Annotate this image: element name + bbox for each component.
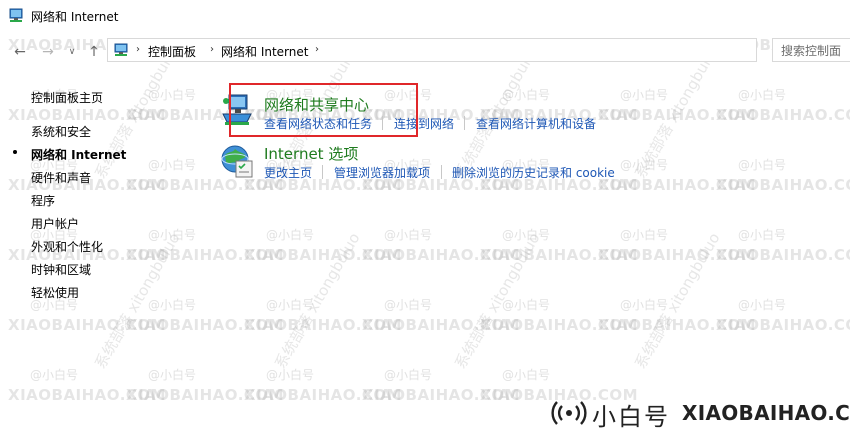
watermark-brand-cn: @小白号 xyxy=(620,228,669,242)
title-bar: 网络和 Internet xyxy=(0,0,850,32)
sidebar-item-hardware-sound[interactable]: 硬件和声音 xyxy=(31,169,91,186)
watermark-brand-cn: @小白号 xyxy=(502,368,551,382)
watermark-brand-cn: @小白号 xyxy=(620,88,669,102)
link-separator xyxy=(322,165,323,179)
sidebar-item-appearance[interactable]: 外观和个性化 xyxy=(31,238,103,255)
view-network-status-link[interactable]: 查看网络状态和任务 xyxy=(264,115,372,132)
connect-to-network-link[interactable]: 连接到网络 xyxy=(394,115,454,132)
breadcrumb-network-internet[interactable]: 网络和 Internet xyxy=(221,43,308,60)
watermark-brand-cn: @小白号 xyxy=(266,228,315,242)
watermark-brand-cn: @小白号 xyxy=(738,298,787,312)
watermark-brand-cn: @小白号 xyxy=(384,88,433,102)
search-input[interactable]: 搜索控制面 xyxy=(772,38,850,62)
recent-locations-chevron-icon[interactable]: ∨ xyxy=(63,43,81,61)
back-arrow-icon[interactable]: ← xyxy=(11,43,29,61)
breadcrumb-separator-icon[interactable]: › xyxy=(315,44,319,55)
watermark-brand-en: XIAOBAIHAO.COM xyxy=(716,176,850,194)
watermark-brand-cn: @小白号 xyxy=(738,158,787,172)
watermark-brand-cn: @小白号 xyxy=(148,158,197,172)
current-item-bullet xyxy=(13,150,17,154)
watermark-brand-cn: @小白号 xyxy=(30,368,79,382)
breadcrumb-separator-icon[interactable]: › xyxy=(136,44,140,55)
sidebar-item-system-security[interactable]: 系统和安全 xyxy=(31,123,91,140)
up-arrow-icon[interactable]: ↑ xyxy=(85,43,103,61)
link-separator xyxy=(382,116,383,130)
change-homepage-link[interactable]: 更改主页 xyxy=(264,164,312,181)
navigation-bar: ← → ∨ ↑ › 控制面板 › 网络和 Internet › ∨ ↻ xyxy=(0,34,850,68)
logo-english-text: XIAOBAIHAO.COM xyxy=(682,401,850,425)
network-sharing-center-title[interactable]: 网络和共享中心 xyxy=(264,94,369,115)
watermark-brand-cn: @小白号 xyxy=(738,88,787,102)
watermark-brand-cn: @小白号 xyxy=(384,298,433,312)
breadcrumb-separator-icon[interactable]: › xyxy=(210,44,214,55)
sidebar-item-user-accounts[interactable]: 用户帐户 xyxy=(31,215,79,232)
logo-chinese-text: 小白号 xyxy=(592,403,670,431)
watermark-brand-cn: @小白号 xyxy=(148,298,197,312)
watermark-brand-cn: @小白号 xyxy=(148,368,197,382)
broadcast-signal-icon xyxy=(551,401,587,425)
watermark-brand-en: XIAOBAIHAO.COM xyxy=(716,106,850,124)
watermark-brand-cn: @小白号 xyxy=(738,228,787,242)
window-title: 网络和 Internet xyxy=(31,10,119,24)
view-network-computers-link[interactable]: 查看网络计算机和设备 xyxy=(476,115,596,132)
watermark-brand-cn: @小白号 xyxy=(266,368,315,382)
delete-browsing-history-link[interactable]: 删除浏览的历史记录和 cookie xyxy=(452,164,615,181)
network-window-icon xyxy=(9,8,23,22)
sidebar-item-ease-of-access[interactable]: 轻松使用 xyxy=(31,284,79,301)
network-sharing-icon[interactable] xyxy=(219,92,255,128)
sidebar-item-programs[interactable]: 程序 xyxy=(31,192,55,209)
watermark-brand-cn: @小白号 xyxy=(384,368,433,382)
sidebar-home-link[interactable]: 控制面板主页 xyxy=(31,89,103,106)
manage-addons-link[interactable]: 管理浏览器加载项 xyxy=(334,164,430,181)
internet-options-icon[interactable] xyxy=(219,143,255,179)
breadcrumb-control-panel[interactable]: 控制面板 xyxy=(148,43,196,60)
xiaobaihao-logo: 小白号 XIAOBAIHAO.COM xyxy=(551,396,850,431)
link-separator xyxy=(441,165,442,179)
link-separator xyxy=(464,116,465,130)
address-bar[interactable]: › 控制面板 › 网络和 Internet › ∨ ↻ xyxy=(107,38,850,62)
watermark-brand-en: XIAOBAIHAO.COM xyxy=(716,316,850,334)
forward-arrow-icon[interactable]: → xyxy=(39,43,57,61)
watermark-brand-cn: @小白号 xyxy=(384,228,433,242)
network-location-icon xyxy=(114,43,128,56)
sidebar-item-clock-region[interactable]: 时钟和区域 xyxy=(31,261,91,278)
sidebar-item-network-internet[interactable]: 网络和 Internet xyxy=(31,146,126,163)
internet-options-title[interactable]: Internet 选项 xyxy=(264,143,358,164)
watermark-brand-en: XIAOBAIHAO.COM xyxy=(716,246,850,264)
